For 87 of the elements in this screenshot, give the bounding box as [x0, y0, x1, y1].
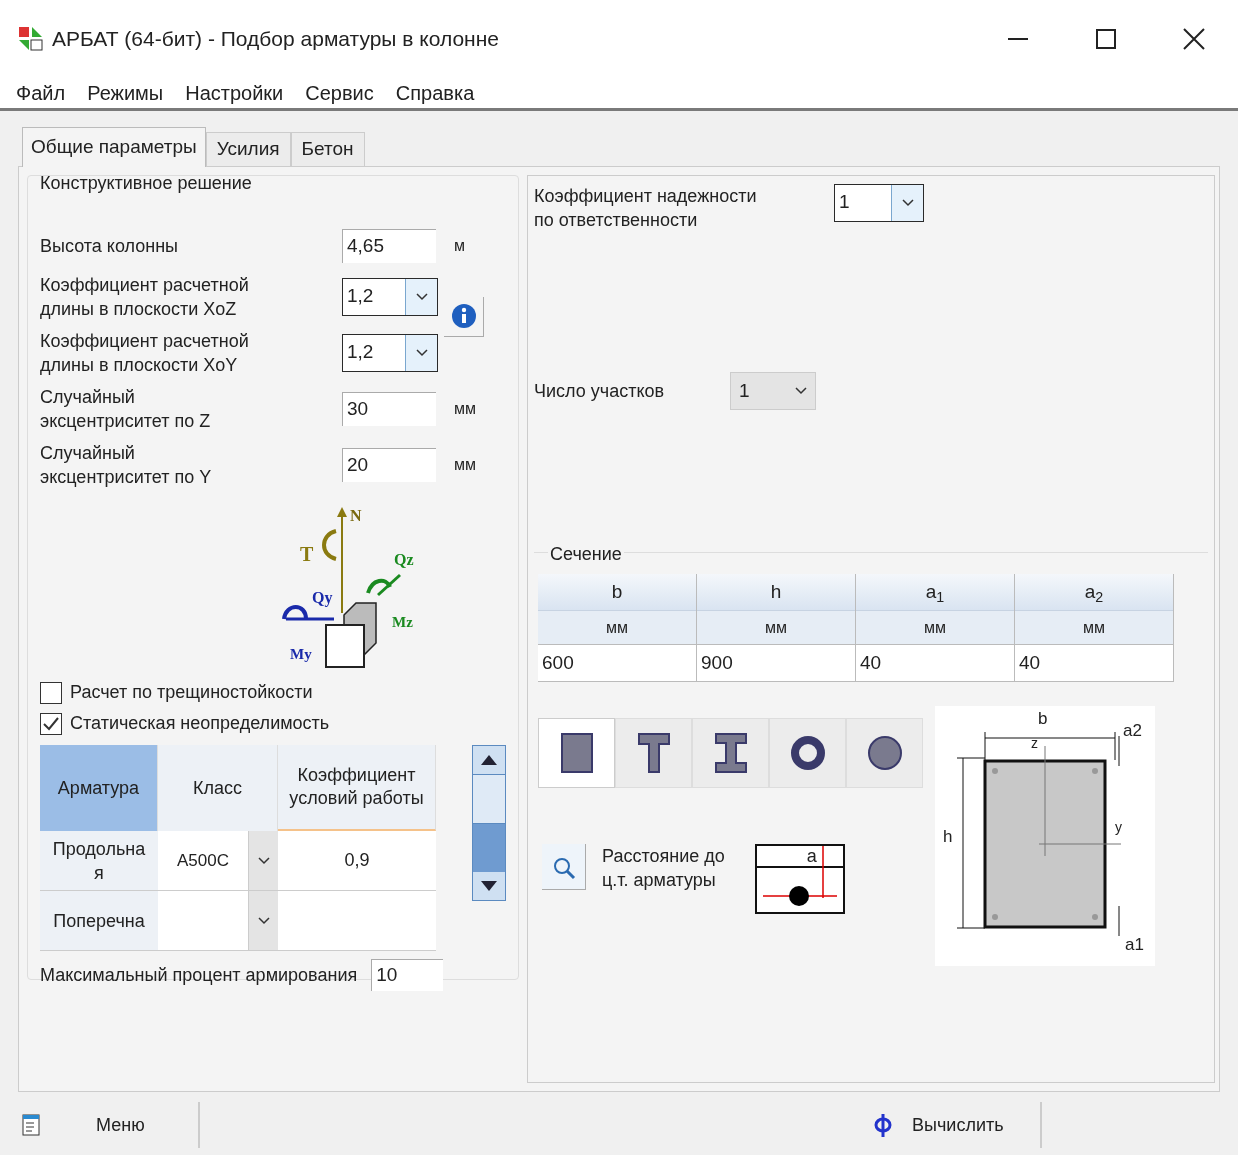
column-header: b	[538, 574, 696, 610]
unit-header: мм	[856, 610, 1014, 644]
field-label: Случайный эксцентриситет по Z	[40, 386, 212, 433]
maximize-icon	[1096, 29, 1116, 49]
unit-header: мм	[1015, 610, 1173, 644]
section-shape-button[interactable]	[615, 718, 692, 788]
chevron-down-icon	[901, 199, 914, 207]
checkbox-label: Расчет по трещиностойкости	[70, 681, 313, 704]
section-drawing: b z a2 h y a1	[935, 706, 1155, 966]
chevron-down-icon	[795, 387, 807, 395]
field-label: Коэффициент расчетной длины в плоскости XoZ	[40, 274, 250, 321]
table-cell[interactable]: 900	[697, 644, 855, 682]
column-header[interactable]: Класс	[158, 745, 278, 831]
text-field[interactable]: 20	[342, 448, 436, 482]
tab[interactable]: Общие параметры	[22, 127, 206, 167]
field-label: Максимальный процент армирования	[40, 963, 358, 987]
checkbox-label: Статическая неопределимость	[70, 712, 330, 735]
menu-button[interactable]: Меню	[0, 1102, 200, 1148]
calculate-button[interactable]: Вычислить	[862, 1102, 1042, 1148]
phi-icon	[874, 1112, 892, 1138]
distance-drawing: a	[754, 844, 845, 914]
minimize-icon	[1008, 38, 1028, 40]
checkbox[interactable]	[40, 681, 62, 704]
dropdown[interactable]: 1,2	[342, 278, 438, 316]
dropdown[interactable]: 1	[730, 372, 816, 410]
table-cell[interactable]: 40	[856, 644, 1014, 682]
ring-icon	[789, 735, 826, 771]
chevron-down-icon	[257, 856, 270, 865]
group-title: Конструктивное решение	[40, 172, 253, 195]
text-field[interactable]: 30	[342, 392, 436, 426]
chevron-down-icon	[415, 349, 428, 357]
field-label: Коэффициент расчетной длины в плоскости XoY	[40, 330, 250, 377]
scroll-up-icon	[481, 755, 497, 765]
distance-label: Расстояние до ц.т. арматуры	[602, 845, 725, 892]
preview-button[interactable]	[542, 844, 586, 890]
scrollbar[interactable]	[472, 745, 506, 901]
field-label: Число участков	[534, 379, 666, 403]
section-shape-button[interactable]	[846, 718, 923, 788]
column-header[interactable]: Коэффициент условий работы	[278, 745, 436, 831]
menu-item[interactable]: Файл	[10, 78, 72, 108]
unit-header: мм	[697, 610, 855, 644]
tee-section-icon	[637, 733, 670, 773]
chevron-down-icon	[257, 916, 270, 925]
text-field[interactable]: 4,65	[342, 229, 436, 263]
info-button[interactable]	[444, 297, 484, 337]
chevron-down-icon	[415, 293, 428, 301]
table-cell[interactable]: 40	[1015, 644, 1173, 682]
app-logo-icon	[18, 26, 44, 52]
section-shape-button[interactable]	[692, 718, 769, 788]
text-field[interactable]: 10	[371, 959, 444, 991]
scroll-down-icon	[481, 881, 497, 891]
rectangle-icon	[560, 733, 593, 773]
unit-label: м	[454, 236, 465, 256]
menu-item[interactable]: Сервис	[299, 78, 380, 108]
window-title: АРБАТ (64-бит) - Подбор арматуры в колонне	[52, 26, 499, 53]
force-diagram-drawing: N T Qz Qy Mz My	[282, 503, 432, 673]
table-cell: А500С	[158, 831, 248, 890]
unit-label: мм	[454, 399, 476, 419]
menu-item[interactable]: Справка	[389, 78, 481, 108]
field-label: Случайный эксцентриситет по Y	[40, 442, 213, 489]
menu-item[interactable]: Режимы	[81, 78, 170, 108]
unit-label: мм	[454, 455, 476, 475]
column-header: h	[697, 574, 855, 610]
tab[interactable]: Усилия	[205, 132, 291, 166]
field-label: Высота колонны	[40, 235, 180, 258]
unit-header: мм	[538, 610, 696, 644]
table-cell[interactable]: 600	[538, 644, 696, 682]
checkmark-icon	[43, 716, 59, 731]
document-icon	[22, 1113, 42, 1137]
table-cell[interactable]: 0,9	[278, 831, 436, 890]
info-icon	[449, 302, 478, 331]
dropdown[interactable]: 1,2	[342, 334, 438, 372]
column-header: a$_{1}$	[856, 574, 1014, 610]
close-icon	[1183, 28, 1205, 50]
circle-icon	[866, 735, 903, 771]
section-shape-button[interactable]	[538, 718, 615, 788]
section-shape-button[interactable]	[769, 718, 846, 788]
field-label: Коэффициент надежности по ответственности	[534, 185, 758, 232]
row-header: Поперечна	[40, 891, 158, 950]
i-beam-icon	[714, 733, 747, 773]
row-header: Продольна я	[40, 831, 158, 890]
checkbox[interactable]	[40, 712, 62, 735]
menu-item[interactable]: Настройки	[179, 78, 290, 108]
tab[interactable]: Бетон	[290, 132, 365, 166]
column-header[interactable]: Арматура	[40, 745, 158, 831]
dropdown[interactable]: 1	[834, 184, 924, 222]
column-header: a$_{2}$	[1015, 574, 1173, 610]
